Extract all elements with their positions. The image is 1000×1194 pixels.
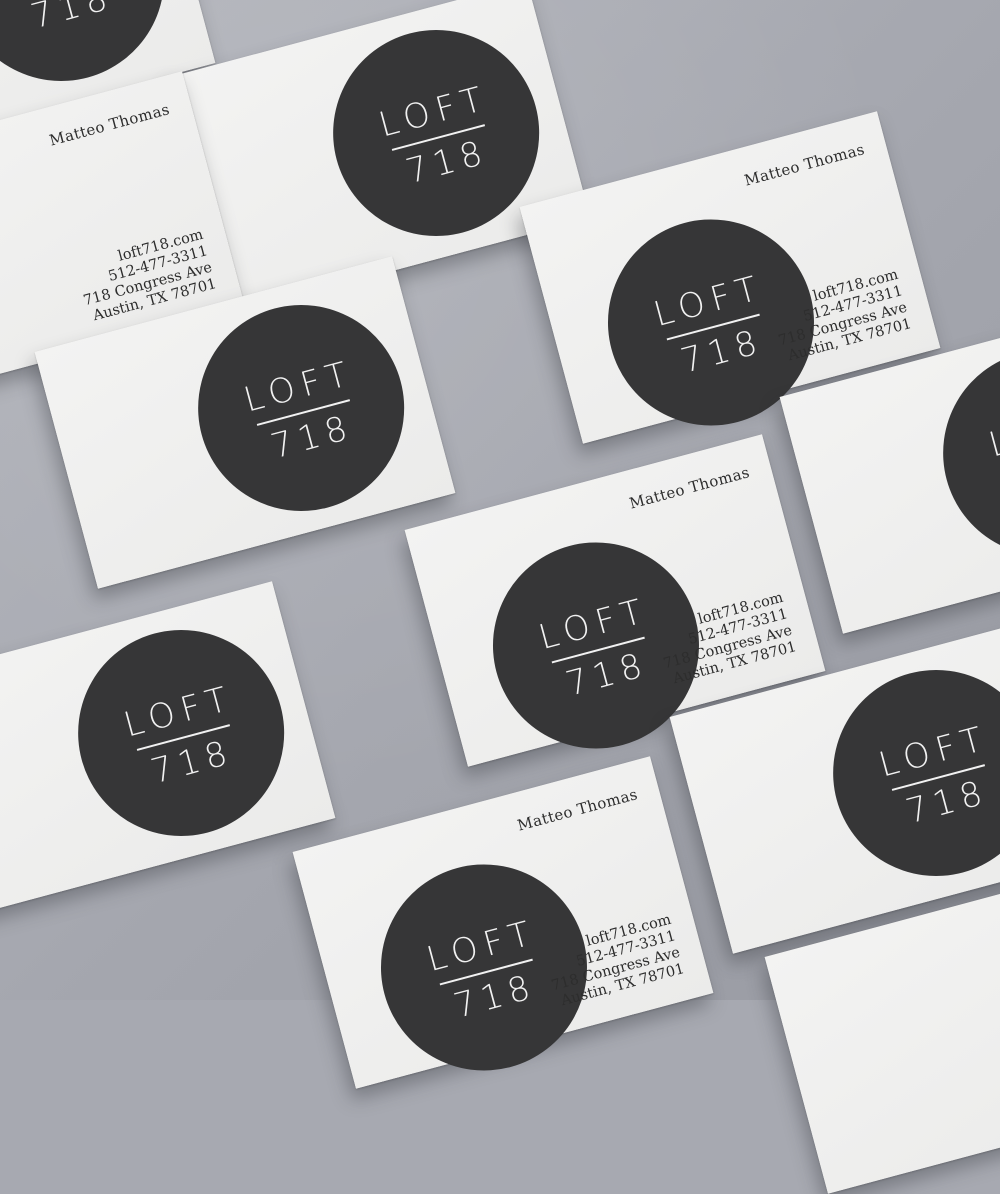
card-back: LOFT 718 [0,581,336,914]
contact-name: Matteo Thomas [515,785,640,835]
contact-name: Matteo Thomas [47,100,172,150]
logo-circle: LOFT 718 [175,281,428,535]
logo-circle: LOFT 718 [810,646,1000,900]
logo-number: 718 [26,0,118,38]
logo-circle: LOFT 718 [55,606,308,860]
logo-word: LOFT [984,397,1000,466]
logo-circle: LOFT 718 [920,326,1000,580]
contact-name: Matteo Thomas [742,140,867,190]
contact-name: Matteo Thomas [627,463,752,513]
card-front: LOFT 718 Matteo Thomas loft718.com 512-4… [292,756,714,1094]
business-card-mockup: LOFT 718 LOFT 718 Matteo Thomas loft718.… [0,0,1000,1194]
